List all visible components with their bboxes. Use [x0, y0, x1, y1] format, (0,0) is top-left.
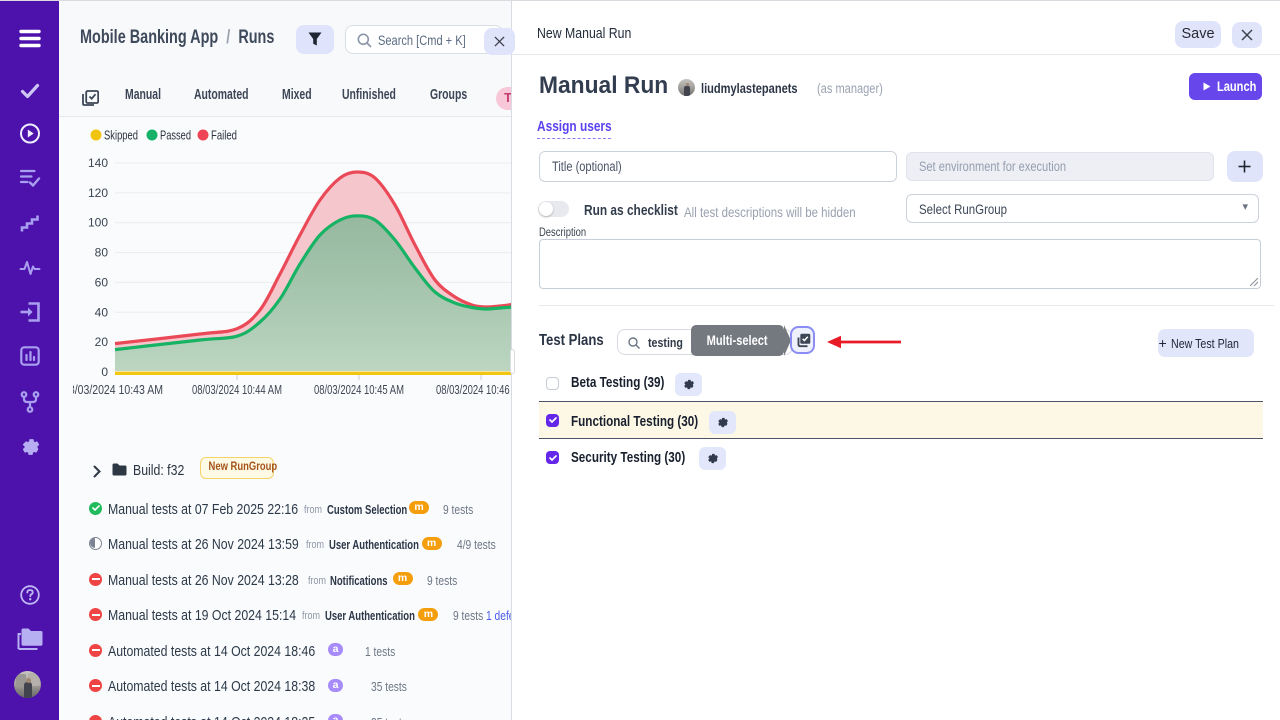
svg-text:20: 20 [95, 335, 109, 349]
svg-text:80: 80 [95, 246, 109, 260]
svg-text:08/03/2024 10:43 AM: 08/03/2024 10:43 AM [63, 383, 163, 397]
svg-text:60: 60 [95, 275, 109, 289]
svg-text:Skipped: Skipped [104, 128, 138, 143]
svg-text:120: 120 [88, 186, 108, 200]
svg-text:0: 0 [101, 365, 108, 379]
svg-text:Failed: Failed [211, 128, 237, 143]
svg-text:140: 140 [88, 156, 108, 170]
svg-text:40: 40 [95, 305, 109, 319]
svg-text:100: 100 [88, 216, 108, 230]
svg-text:08/03/2024 10:44 AM: 08/03/2024 10:44 AM [192, 383, 282, 397]
svg-text:Passed: Passed [160, 128, 191, 143]
svg-text:08/03/2024 10:45 AM: 08/03/2024 10:45 AM [314, 383, 404, 397]
svg-text:08/03/2024 10:46 AM: 08/03/2024 10:46 AM [436, 383, 512, 397]
